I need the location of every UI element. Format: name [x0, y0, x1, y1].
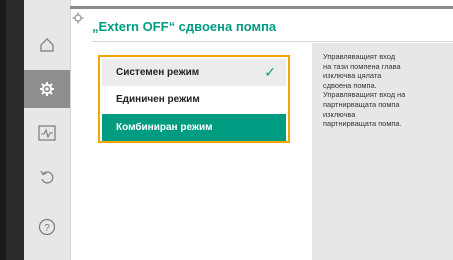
- option-label: Единичен режим: [116, 94, 200, 105]
- help-line: партнирващата помпа: [323, 99, 400, 109]
- sidebar-item-home[interactable]: [24, 26, 70, 64]
- device-bezel: [0, 0, 24, 260]
- sidebar-item-diagnostics[interactable]: [24, 114, 70, 152]
- settings-breadcrumb-icon: [72, 12, 84, 24]
- option-combined-mode[interactable]: Комбиниран режим: [102, 114, 286, 141]
- back-icon: [40, 170, 54, 184]
- home-icon: [40, 38, 54, 52]
- sidebar-item-settings[interactable]: [24, 70, 70, 108]
- option-system-mode[interactable]: Системен режим ✓: [102, 59, 286, 86]
- help-text-panel: Управляващият вход на тази помпена глава…: [312, 43, 453, 260]
- help-line: Управляващият вход: [323, 52, 396, 61]
- mode-selection-list: Системен режим ✓ Единичен режим Комбинир…: [98, 55, 290, 143]
- help-line: изключва: [323, 109, 356, 119]
- help-line: партнирващата помпа.: [323, 119, 402, 129]
- help-line: на тази помпена глава: [323, 61, 401, 71]
- device-bezel-inner: [6, 0, 24, 260]
- option-single-mode[interactable]: Единичен режим: [102, 86, 286, 113]
- option-label: Системен режим: [116, 67, 200, 78]
- help-icon: ?: [38, 218, 56, 236]
- help-line: сдвоена помпа.: [323, 80, 377, 90]
- help-line: изключва цялата: [323, 71, 382, 81]
- page-title: „Extern OFF“ сдвоена помпа: [92, 19, 277, 34]
- option-label: Комбиниран режим: [116, 122, 213, 133]
- gear-icon: [40, 82, 54, 96]
- sidebar-item-back[interactable]: [24, 158, 70, 196]
- checkmark-icon: ✓: [264, 64, 276, 80]
- help-line: Управляващият вход на: [323, 90, 406, 100]
- title-divider: [92, 41, 453, 42]
- header-divider: [70, 6, 453, 9]
- sidebar-item-help[interactable]: ?: [24, 208, 70, 246]
- sidebar: ?: [24, 0, 71, 260]
- diagnostics-icon: [38, 125, 56, 141]
- svg-text:?: ?: [44, 223, 50, 234]
